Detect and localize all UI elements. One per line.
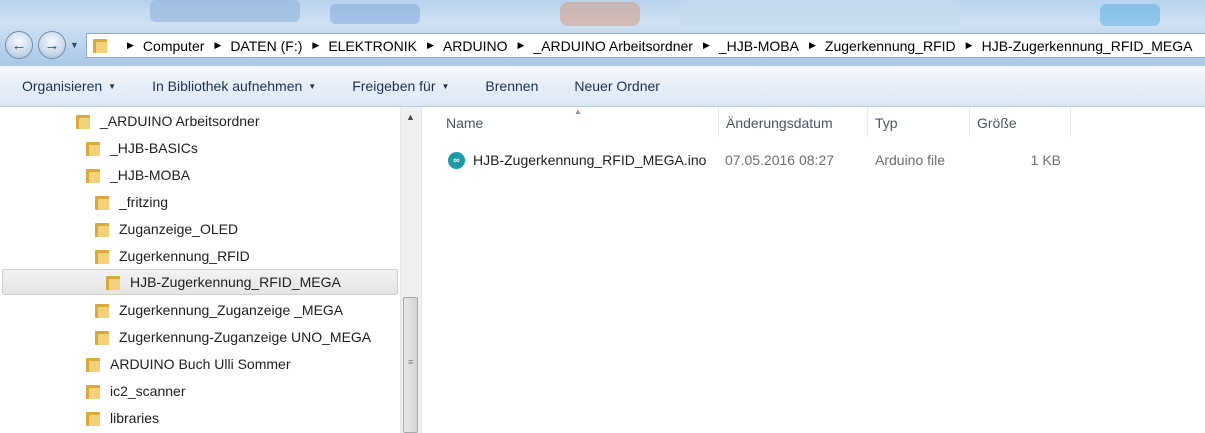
- scroll-up-icon[interactable]: ▲: [406, 112, 415, 122]
- share-with-button[interactable]: Freigeben für ▼: [352, 78, 449, 94]
- breadcrumb-item-computer[interactable]: ▶ Computer: [117, 38, 204, 54]
- column-header-name[interactable]: Name: [446, 107, 483, 139]
- folder-icon: [93, 39, 109, 53]
- scrollbar-thumb[interactable]: ≡: [403, 297, 418, 433]
- folder-icon: [106, 274, 120, 290]
- folder-icon: [95, 221, 109, 237]
- background-blur: [680, 0, 960, 26]
- navigation-scrollbar[interactable]: ▲ ≡: [400, 107, 421, 433]
- tree-item[interactable]: _fritzing: [95, 189, 168, 215]
- column-header-type[interactable]: Typ: [875, 107, 898, 139]
- folder-icon: [86, 383, 100, 399]
- column-divider[interactable]: [867, 107, 868, 137]
- column-divider[interactable]: [1070, 107, 1071, 137]
- chevron-right-icon: ▶: [127, 40, 134, 50]
- folder-icon: [95, 194, 109, 210]
- folder-icon: [76, 113, 90, 129]
- address-bar-area: ← → ▼ ▶ Computer ▶ DATEN (F:) ▶ ELEKTRONIK …: [0, 0, 1205, 66]
- navigation-pane: _ARDUINO Arbeitsordner _HJB-BASICs _HJB-…: [0, 107, 422, 433]
- back-button[interactable]: ←: [5, 31, 33, 59]
- file-row-date: 07.05.2016 08:27: [725, 152, 834, 168]
- breadcrumb-item-daten[interactable]: ▶ DATEN (F:): [204, 38, 302, 54]
- folder-icon: [86, 140, 100, 156]
- file-row-type: Arduino file: [875, 152, 946, 168]
- file-row-size: 1 KB: [1030, 152, 1061, 168]
- tree-item[interactable]: ARDUINO Buch Ulli Sommer: [86, 351, 290, 377]
- tree-item[interactable]: Zugerkennung_Zuganzeige _MEGA: [95, 297, 343, 323]
- chevron-right-icon: ▶: [965, 40, 973, 50]
- tree-item[interactable]: _HJB-BASICs: [86, 135, 198, 161]
- tree-item-selected[interactable]: HJB-Zugerkennung_RFID_MEGA: [2, 269, 398, 295]
- dropdown-arrow-icon: ▼: [108, 81, 117, 91]
- chevron-right-icon: ▶: [702, 40, 710, 50]
- breadcrumb-item-elektronik[interactable]: ▶ ELEKTRONIK: [302, 38, 417, 54]
- recent-pages-dropdown-icon[interactable]: ▼: [70, 40, 80, 50]
- background-blur: [330, 4, 420, 24]
- folder-icon: [86, 167, 100, 183]
- column-divider[interactable]: [718, 107, 719, 137]
- tree-item[interactable]: _HJB-MOBA: [86, 162, 190, 188]
- chevron-right-icon: ▶: [427, 40, 434, 50]
- background-blur: [150, 0, 300, 22]
- tree-item[interactable]: libraries: [86, 405, 159, 431]
- folder-icon: [86, 410, 100, 426]
- tree-item[interactable]: Zuganzeige_OLED: [95, 216, 238, 242]
- folder-icon: [95, 248, 109, 264]
- chevron-right-icon: ▶: [312, 40, 320, 50]
- chevron-right-icon: ▶: [808, 40, 816, 50]
- forward-arrow-icon: →: [44, 36, 60, 54]
- new-folder-button[interactable]: Neuer Ordner: [574, 78, 660, 94]
- breadcrumb-item-zugerkennung-rfid[interactable]: ▶ Zugerkennung_RFID: [799, 38, 956, 54]
- breadcrumb-item-current[interactable]: ▶ HJB-Zugerkennung_RFID_MEGA: [956, 38, 1193, 54]
- tree-item[interactable]: _ARDUINO Arbeitsordner: [76, 108, 260, 134]
- column-divider[interactable]: [969, 107, 970, 137]
- file-row-name[interactable]: ∞ HJB-Zugerkennung_RFID_MEGA.ino: [448, 148, 706, 172]
- back-arrow-icon: ←: [11, 36, 27, 54]
- breadcrumb[interactable]: ▶ Computer ▶ DATEN (F:) ▶ ELEKTRONIK ▶ ARDUI…: [86, 33, 1205, 58]
- arduino-file-icon: ∞: [448, 151, 465, 169]
- sort-ascending-icon: ▲: [574, 107, 582, 116]
- include-in-library-button[interactable]: In Bibliothek aufnehmen ▼: [152, 78, 316, 94]
- file-list-pane: ▲ Name Änderungsdatum Typ Größe ∞ HJB-Zu…: [422, 107, 1205, 433]
- organize-button[interactable]: Organisieren ▼: [22, 78, 116, 94]
- breadcrumb-item-arduino[interactable]: ▶ ARDUINO: [417, 38, 507, 54]
- grip-icon: ≡: [408, 357, 414, 367]
- folder-icon: [86, 356, 100, 372]
- dropdown-arrow-icon: ▼: [308, 81, 317, 91]
- background-blur: [560, 2, 640, 26]
- tree-item[interactable]: Zugerkennung_RFID: [95, 243, 250, 269]
- background-blur: [1100, 4, 1160, 26]
- column-header-size[interactable]: Größe: [977, 107, 1017, 139]
- burn-button[interactable]: Brennen: [485, 78, 538, 94]
- chevron-right-icon: ▶: [214, 40, 222, 50]
- column-header-date[interactable]: Änderungsdatum: [726, 107, 833, 139]
- forward-button[interactable]: →: [38, 31, 66, 59]
- command-bar: Organisieren ▼ In Bibliothek aufnehmen ▼ F…: [0, 66, 1205, 107]
- folder-icon: [95, 329, 109, 345]
- breadcrumb-item-arbeitsordner[interactable]: ▶ _ARDUINO Arbeitsordner: [508, 38, 693, 54]
- tree-item[interactable]: Zugerkennung-Zuganzeige UNO_MEGA: [95, 324, 371, 350]
- dropdown-arrow-icon: ▼: [441, 81, 450, 91]
- breadcrumb-item-hjb-moba[interactable]: ▶ _HJB-MOBA: [693, 38, 799, 54]
- chevron-right-icon: ▶: [517, 40, 525, 50]
- tree-item[interactable]: ic2_scanner: [86, 378, 186, 404]
- folder-icon: [95, 302, 109, 318]
